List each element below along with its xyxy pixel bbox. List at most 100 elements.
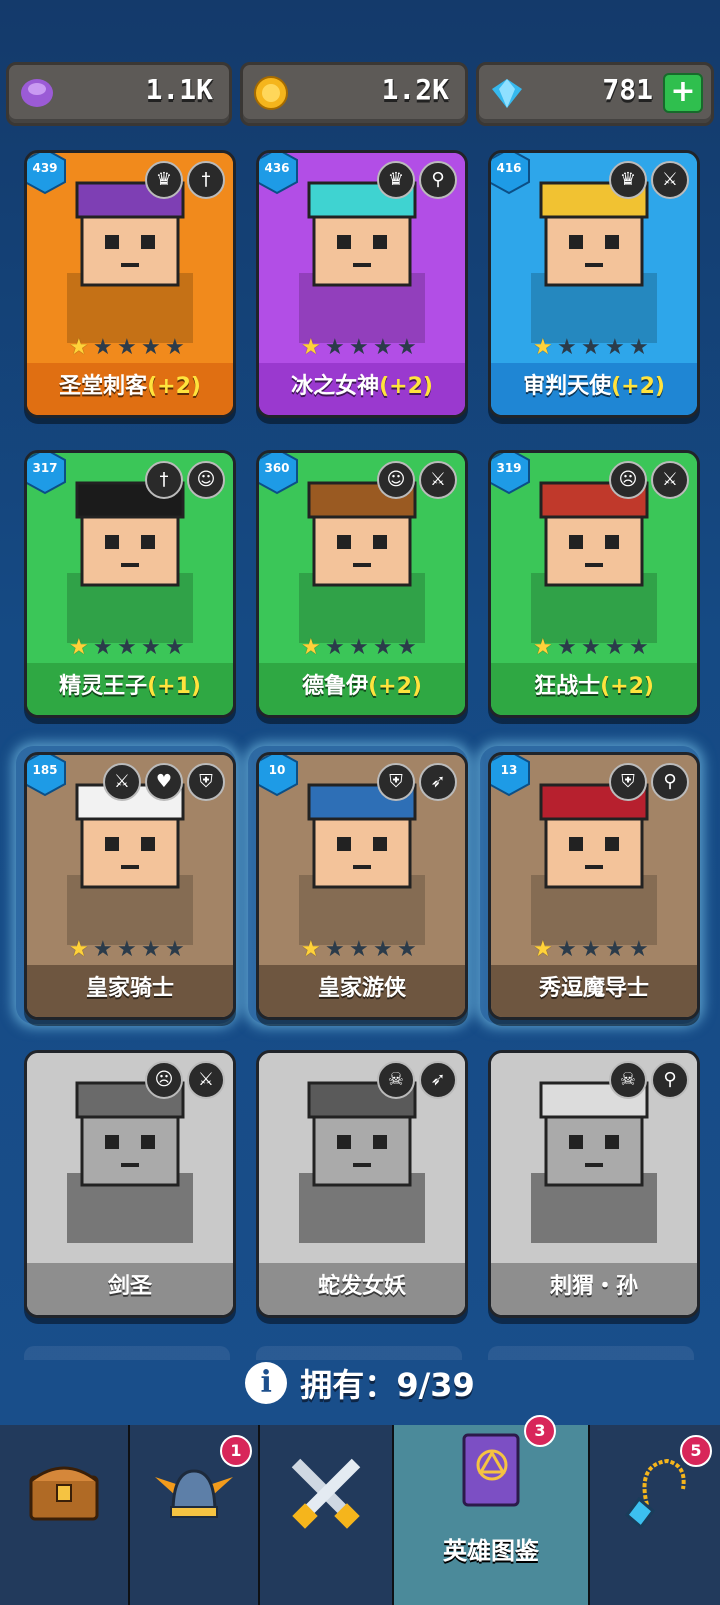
star-empty-icon: ★ xyxy=(581,635,601,660)
star-filled-icon: ★ xyxy=(533,635,553,660)
hero-level: 13 xyxy=(500,763,518,777)
star-empty-icon: ★ xyxy=(93,937,113,962)
star-empty-icon: ★ xyxy=(605,335,625,360)
star-empty-icon: ★ xyxy=(349,635,369,660)
nav-chest[interactable] xyxy=(0,1425,130,1605)
nav-amulet[interactable]: 5 xyxy=(590,1425,720,1605)
next-row-card xyxy=(488,1346,694,1360)
star-empty-icon: ★ xyxy=(117,335,137,360)
hero-name-bar: 皇家游侠 xyxy=(259,965,465,1017)
star-rating xyxy=(533,1237,653,1261)
star-empty-icon: ★ xyxy=(349,335,369,360)
level-badge: 439 xyxy=(27,153,71,197)
add-gems-button[interactable]: + xyxy=(663,73,703,113)
hero-card[interactable]: ★ ★ ★ ★ ★ 圣堂刺客(+2) ♛ † 439 xyxy=(24,150,236,418)
hero-card[interactable]: ★ ★ ★ ★ ★ 秀逗魔导士 ⛨ ⚲ 13 xyxy=(488,752,700,1020)
notification-badge: 5 xyxy=(680,1435,712,1467)
star-rating: ★ ★ ★ ★ ★ xyxy=(69,337,189,361)
star-empty-icon: ★ xyxy=(325,635,345,660)
star-empty-icon: ★ xyxy=(165,335,185,360)
purple-orb-icon xyxy=(21,79,53,107)
star-empty-icon: ★ xyxy=(141,937,161,962)
star-empty-icon: ★ xyxy=(397,937,417,962)
star-empty-icon: ★ xyxy=(605,635,625,660)
hero-name: 圣堂刺客 xyxy=(59,374,148,399)
owned-counter: i 拥有：9/39 xyxy=(0,1360,720,1420)
star-empty-icon: ★ xyxy=(557,335,577,360)
star-empty-icon: ★ xyxy=(373,937,393,962)
notification-badge: 1 xyxy=(220,1435,252,1467)
hero-name-bar: 精灵王子(+1) xyxy=(27,663,233,715)
star-filled-icon: ★ xyxy=(69,335,89,360)
hero-bonus: (+2) xyxy=(147,374,201,399)
star-filled-icon: ★ xyxy=(69,635,89,660)
hero-level: 439 xyxy=(32,161,58,175)
bow-icon: ➶ xyxy=(419,763,457,801)
orb-value: 1.1K xyxy=(145,73,213,106)
orb-currency: 1.1K xyxy=(6,62,232,126)
nav-battle[interactable] xyxy=(260,1425,394,1605)
star-empty-icon: ★ xyxy=(397,635,417,660)
star-filled-icon: ★ xyxy=(301,335,321,360)
hero-name-bar: 皇家骑士 xyxy=(27,965,233,1017)
nav-codex[interactable]: 3 英雄图鉴 xyxy=(394,1415,590,1605)
hero-card[interactable]: ★ ★ ★ ★ ★ 冰之女神(+2) ♛ ⚲ 436 xyxy=(256,150,468,418)
hero-tags: ☠ ➶ xyxy=(377,1061,457,1099)
level-badge: 416 xyxy=(491,153,535,197)
star-empty-icon: ★ xyxy=(557,937,577,962)
hero-level: 10 xyxy=(268,763,286,777)
notification-badge: 3 xyxy=(524,1415,556,1447)
info-icon[interactable]: i xyxy=(245,1362,288,1404)
amulet-icon xyxy=(624,1458,686,1530)
hero-card[interactable]: ★ ★ ★ ★ ★ 狂战士(+2) ☹ ⚔ 319 xyxy=(488,450,700,718)
sword-icon: ⚔ xyxy=(187,1061,225,1099)
star-empty-icon: ★ xyxy=(629,335,649,360)
hero-card[interactable]: 剑圣 ☹ ⚔ xyxy=(24,1050,236,1318)
gem-icon xyxy=(492,79,522,108)
level-badge: 185 xyxy=(27,755,71,799)
hero-name: 皇家骑士 xyxy=(85,976,174,1001)
hero-card[interactable]: ★ ★ ★ ★ ★ 皇家骑士 ⚔ ♥ ⛨ 185 xyxy=(24,752,236,1020)
star-empty-icon: ★ xyxy=(373,635,393,660)
star-rating: ★ ★ ★ ★ ★ xyxy=(69,637,189,661)
star-empty-icon: ★ xyxy=(117,937,137,962)
hero-name-bar: 剑圣 xyxy=(27,1263,233,1315)
hero-bonus: (+2) xyxy=(611,374,665,399)
hero-card[interactable]: ★ ★ ★ ★ ★ 德鲁伊(+2) ☺ ⚔ 360 xyxy=(256,450,468,718)
hero-bonus: (+2) xyxy=(368,674,422,699)
hero-name-bar: 圣堂刺客(+2) xyxy=(27,363,233,415)
sword-icon: ⚔ xyxy=(103,763,141,801)
hero-tags: ☹ ⚔ xyxy=(609,461,689,499)
hero-tags: ☹ ⚔ xyxy=(145,1061,225,1099)
sword-icon: ⚔ xyxy=(651,161,689,199)
star-empty-icon: ★ xyxy=(629,937,649,962)
staff-icon: ⚲ xyxy=(651,763,689,801)
hero-card[interactable]: 蛇发女妖 ☠ ➶ xyxy=(256,1050,468,1318)
next-row-card xyxy=(24,1346,230,1360)
nav-helmet[interactable]: 1 xyxy=(130,1425,260,1605)
bow-icon: ➶ xyxy=(419,1061,457,1099)
hero-tags: ☺ ⚔ xyxy=(377,461,457,499)
hero-card[interactable]: 刺猬・孙 ☠ ⚲ xyxy=(488,1050,700,1318)
level-badge: 13 xyxy=(491,755,535,799)
star-empty-icon: ★ xyxy=(165,937,185,962)
hero-card[interactable]: ★ ★ ★ ★ ★ 皇家游侠 ⛨ ➶ 10 xyxy=(256,752,468,1020)
dagger-icon: † xyxy=(187,161,225,199)
hero-name: 刺猬・孙 xyxy=(549,1274,638,1299)
level-badge: 319 xyxy=(491,453,535,497)
hero-card[interactable]: ★ ★ ★ ★ ★ 审判天使(+2) ♛ ⚔ 416 xyxy=(488,150,700,418)
hero-card[interactable]: ★ ★ ★ ★ ★ 精灵王子(+1) † ☺ 317 xyxy=(24,450,236,718)
star-empty-icon: ★ xyxy=(581,335,601,360)
hero-tags: ⛨ ⚲ xyxy=(609,763,689,801)
level-badge: 317 xyxy=(27,453,71,497)
next-row-card xyxy=(256,1346,462,1360)
hero-tags: ⚔ ♥ ⛨ xyxy=(103,763,225,801)
hero-name: 冰之女神 xyxy=(291,374,380,399)
helmet-icon: ⛨ xyxy=(377,763,415,801)
hero-name: 蛇发女妖 xyxy=(317,1274,406,1299)
hero-name-bar: 刺猬・孙 xyxy=(491,1263,697,1315)
hero-name: 皇家游侠 xyxy=(317,976,406,1001)
hero-name-bar: 蛇发女妖 xyxy=(259,1263,465,1315)
star-rating: ★ ★ ★ ★ ★ xyxy=(301,337,421,361)
star-rating: ★ ★ ★ ★ ★ xyxy=(533,637,653,661)
